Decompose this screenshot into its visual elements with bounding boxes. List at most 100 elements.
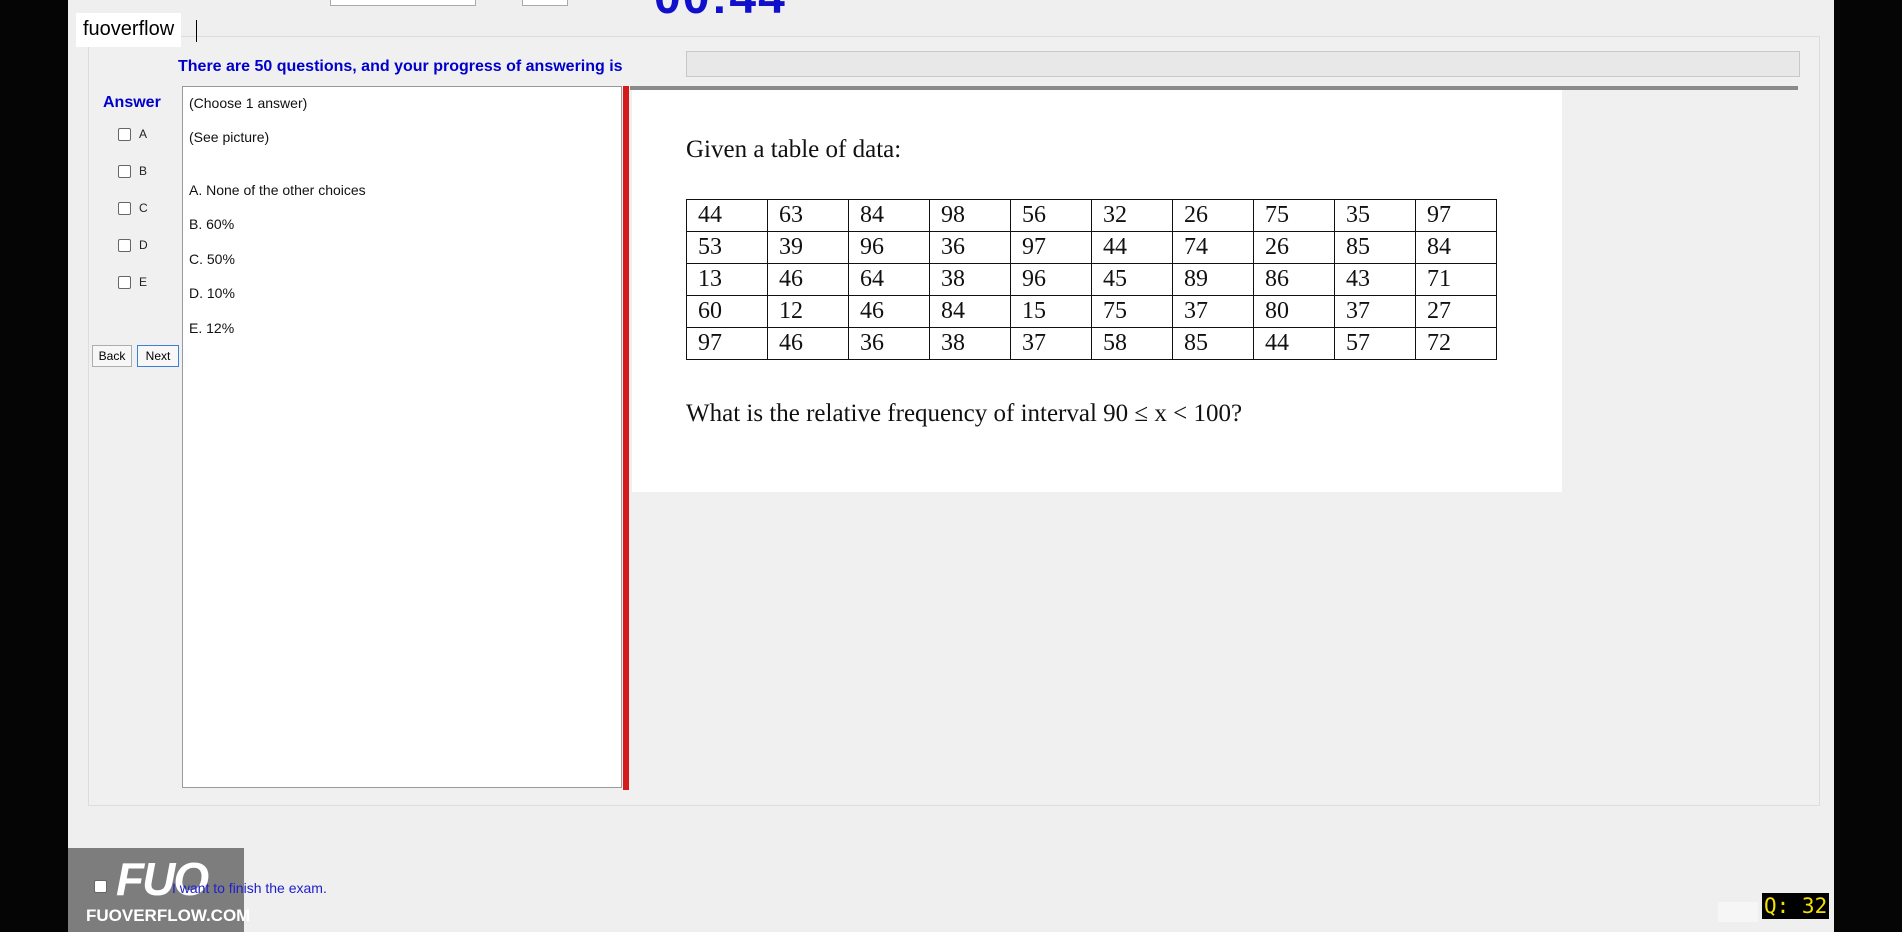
table-cell: 27	[1415, 295, 1497, 328]
table-cell: 53	[686, 231, 768, 264]
top-combo-box[interactable]	[330, 0, 476, 6]
table-cell: 46	[767, 263, 849, 296]
table-cell: 75	[1253, 199, 1335, 232]
back-button[interactable]: Back	[92, 345, 132, 367]
table-cell: 89	[1172, 263, 1254, 296]
progress-bar	[686, 51, 1800, 77]
table-cell: 84	[929, 295, 1011, 328]
table-cell: 60	[686, 295, 768, 328]
table-cell: 64	[848, 263, 930, 296]
table-cell: 75	[1091, 295, 1173, 328]
table-row: 60 12 46 84 15 75 37 80 37 27	[686, 295, 1497, 328]
choice-c-text: C. 50%	[189, 251, 235, 267]
logo-mark: FUO	[116, 853, 209, 905]
question-text-panel: (Choose 1 answer) (See picture) A. None …	[182, 86, 622, 788]
exam-window: 00:44 fuoverflow There are 50 questions,…	[68, 0, 1834, 932]
panel-splitter[interactable]	[623, 86, 629, 790]
table-cell: 80	[1253, 295, 1335, 328]
option-b-label: B	[139, 164, 148, 178]
option-d-checkbox[interactable]	[118, 238, 131, 252]
table-cell: 72	[1415, 327, 1497, 360]
table-cell: 96	[848, 231, 930, 264]
table-cell: 37	[1334, 295, 1416, 328]
option-a-checkbox[interactable]	[118, 127, 131, 141]
option-c[interactable]: C	[118, 201, 148, 215]
option-c-label: C	[139, 201, 148, 215]
choice-e-text: E. 12%	[189, 320, 235, 336]
progress-label: There are 50 questions, and your progres…	[178, 58, 623, 75]
option-a[interactable]: A	[118, 127, 147, 141]
option-d-label: D	[139, 238, 148, 252]
instruction-text: (Choose 1 answer)	[189, 95, 308, 111]
table-cell: 44	[1253, 327, 1335, 360]
option-b-checkbox[interactable]	[118, 164, 131, 178]
table-cell: 98	[929, 199, 1011, 232]
table-cell: 26	[1172, 199, 1254, 232]
table-cell: 84	[1415, 231, 1497, 264]
question-prompt: What is the relative frequency of interv…	[686, 400, 1243, 427]
table-row: 44 63 84 98 56 32 26 75 35 97	[686, 199, 1497, 232]
choice-b-text: B. 60%	[189, 216, 235, 232]
option-b[interactable]: B	[118, 164, 147, 178]
finish-exam-checkbox[interactable]	[94, 880, 107, 893]
option-e-checkbox[interactable]	[118, 275, 131, 289]
option-a-label: A	[139, 127, 148, 141]
top-small-control[interactable]	[522, 0, 568, 6]
table-cell: 96	[1010, 263, 1092, 296]
table-row: 13 46 64 38 96 45 89 86 43 71	[686, 263, 1497, 296]
table-row: 53 39 96 36 97 44 74 26 85 84	[686, 231, 1497, 264]
table-cell: 44	[686, 199, 768, 232]
table-cell: 15	[1010, 295, 1092, 328]
table-cell: 38	[929, 327, 1011, 360]
table-cell: 63	[767, 199, 849, 232]
table-cell: 57	[1334, 327, 1416, 360]
see-picture-text: (See picture)	[189, 129, 270, 145]
table-cell: 71	[1415, 263, 1497, 296]
status-blank	[1718, 902, 1758, 922]
next-button[interactable]: Next	[137, 345, 179, 367]
table-cell: 85	[1334, 231, 1416, 264]
option-d[interactable]: D	[118, 238, 148, 252]
timer-display: 00:44	[654, 0, 787, 25]
option-e[interactable]: E	[118, 275, 147, 289]
table-cell: 13	[686, 263, 768, 296]
choice-a-text: A. None of the other choices	[189, 182, 366, 198]
table-cell: 38	[929, 263, 1011, 296]
option-e-label: E	[139, 275, 148, 289]
table-cell: 85	[1172, 327, 1254, 360]
option-c-checkbox[interactable]	[118, 201, 131, 215]
table-cell: 37	[1172, 295, 1254, 328]
table-cell: 86	[1253, 263, 1335, 296]
choice-d-text: D. 10%	[189, 285, 235, 301]
table-cell: 84	[848, 199, 930, 232]
table-cell: 39	[767, 231, 849, 264]
question-intro: Given a table of data:	[686, 136, 902, 163]
answer-label: Answer	[103, 94, 161, 111]
question-image: Given a table of data: 44 63 84 98 56 32 26 75 3…	[632, 90, 1562, 492]
table-cell: 97	[1010, 231, 1092, 264]
table-cell: 56	[1010, 199, 1092, 232]
table-cell: 36	[929, 231, 1011, 264]
table-cell: 46	[767, 327, 849, 360]
table-cell: 26	[1253, 231, 1335, 264]
table-cell: 58	[1091, 327, 1173, 360]
table-cell: 46	[848, 295, 930, 328]
table-cell: 45	[1091, 263, 1173, 296]
table-cell: 36	[848, 327, 930, 360]
table-cell: 12	[767, 295, 849, 328]
table-cell: 37	[1010, 327, 1092, 360]
question-counter: Q: 32	[1762, 893, 1830, 919]
table-cell: 97	[1415, 199, 1497, 232]
table-cell: 44	[1091, 231, 1173, 264]
data-table: 44 63 84 98 56 32 26 75 35 97 53 39 96 36 97 44 74 26 85 84…	[686, 199, 1497, 360]
logo-text: FUOVERFLOW.COM	[86, 906, 251, 925]
table-cell: 32	[1091, 199, 1173, 232]
fuoverflow-chip: fuoverflow	[76, 13, 182, 47]
finish-exam-label: I want to finish the exam.	[172, 880, 327, 896]
table-row: 97 46 36 38 37 58 85 44 57 72	[686, 327, 1497, 360]
table-cell: 43	[1334, 263, 1416, 296]
table-cell: 97	[686, 327, 768, 360]
table-cell: 74	[1172, 231, 1254, 264]
table-cell: 35	[1334, 199, 1416, 232]
text-caret	[196, 20, 197, 42]
